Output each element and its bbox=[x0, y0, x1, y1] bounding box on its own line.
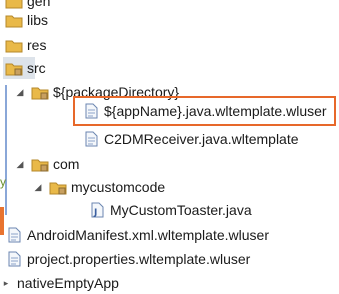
folder-icon bbox=[5, 37, 23, 53]
tree-item-label: nativeEmptyApp bbox=[17, 275, 119, 291]
tree-item-label: ${appName}.java.wltemplate.wluser bbox=[104, 103, 327, 119]
folder-icon bbox=[5, 0, 23, 9]
file-icon bbox=[82, 103, 100, 119]
tree-item-nativeemptyapp[interactable]: ▸ nativeEmptyApp bbox=[0, 272, 119, 294]
project-explorer-tree: y gen libs res src ◢ ${packageDirectory} bbox=[0, 0, 339, 291]
tree-item-label: com bbox=[53, 156, 80, 172]
file-icon bbox=[5, 251, 23, 267]
folder-icon bbox=[31, 156, 49, 172]
tree-item-appname-file[interactable]: ${appName}.java.wltemplate.wluser bbox=[82, 100, 327, 122]
tree-item-label: res bbox=[27, 37, 47, 53]
expand-arrow-icon[interactable]: ▸ bbox=[0, 277, 12, 289]
tree-item-project-properties-file[interactable]: project.properties.wltemplate.wluser bbox=[5, 248, 250, 270]
tree-item-label: src bbox=[27, 60, 46, 76]
tree-item-mycustomtoaster-file[interactable]: J MyCustomToaster.java bbox=[88, 199, 252, 221]
tree-item-label: C2DMReceiver.java.wltemplate bbox=[104, 131, 299, 147]
expand-arrow-icon[interactable]: ◢ bbox=[14, 86, 26, 98]
file-icon bbox=[82, 131, 100, 147]
tree-item-res[interactable]: res bbox=[5, 34, 46, 56]
folder-icon bbox=[5, 12, 23, 28]
tree-item-label: mycustomcode bbox=[71, 179, 166, 195]
side-marker bbox=[0, 207, 4, 235]
tree-item-libs[interactable]: libs bbox=[5, 9, 48, 31]
expand-arrow-icon[interactable]: ◢ bbox=[32, 181, 44, 193]
tree-item-label: AndroidManifest.xml.wltemplate.wluser bbox=[27, 227, 269, 243]
java-file-icon: J bbox=[88, 202, 106, 218]
panel-divider bbox=[5, 85, 7, 215]
tree-item-androidmanifest-file[interactable]: AndroidManifest.xml.wltemplate.wluser bbox=[5, 224, 269, 246]
folder-icon bbox=[49, 179, 67, 195]
package-folder-icon bbox=[5, 60, 23, 76]
tree-item-c2dmreceiver-file[interactable]: C2DMReceiver.java.wltemplate bbox=[82, 128, 299, 150]
expand-arrow-icon[interactable]: ◢ bbox=[14, 158, 26, 170]
folder-icon bbox=[31, 84, 49, 100]
tree-item-com[interactable]: ◢ com bbox=[14, 153, 80, 175]
tree-item-mycustomcode[interactable]: ◢ mycustomcode bbox=[32, 176, 166, 198]
file-icon bbox=[5, 227, 23, 243]
tree-item-label: MyCustomToaster.java bbox=[110, 202, 252, 218]
side-text-fragment: y bbox=[0, 175, 6, 189]
tree-item-label: project.properties.wltemplate.wluser bbox=[27, 251, 251, 267]
tree-item-src[interactable]: src bbox=[3, 57, 46, 79]
svg-text:J: J bbox=[93, 208, 97, 218]
tree-item-label: libs bbox=[27, 12, 49, 28]
